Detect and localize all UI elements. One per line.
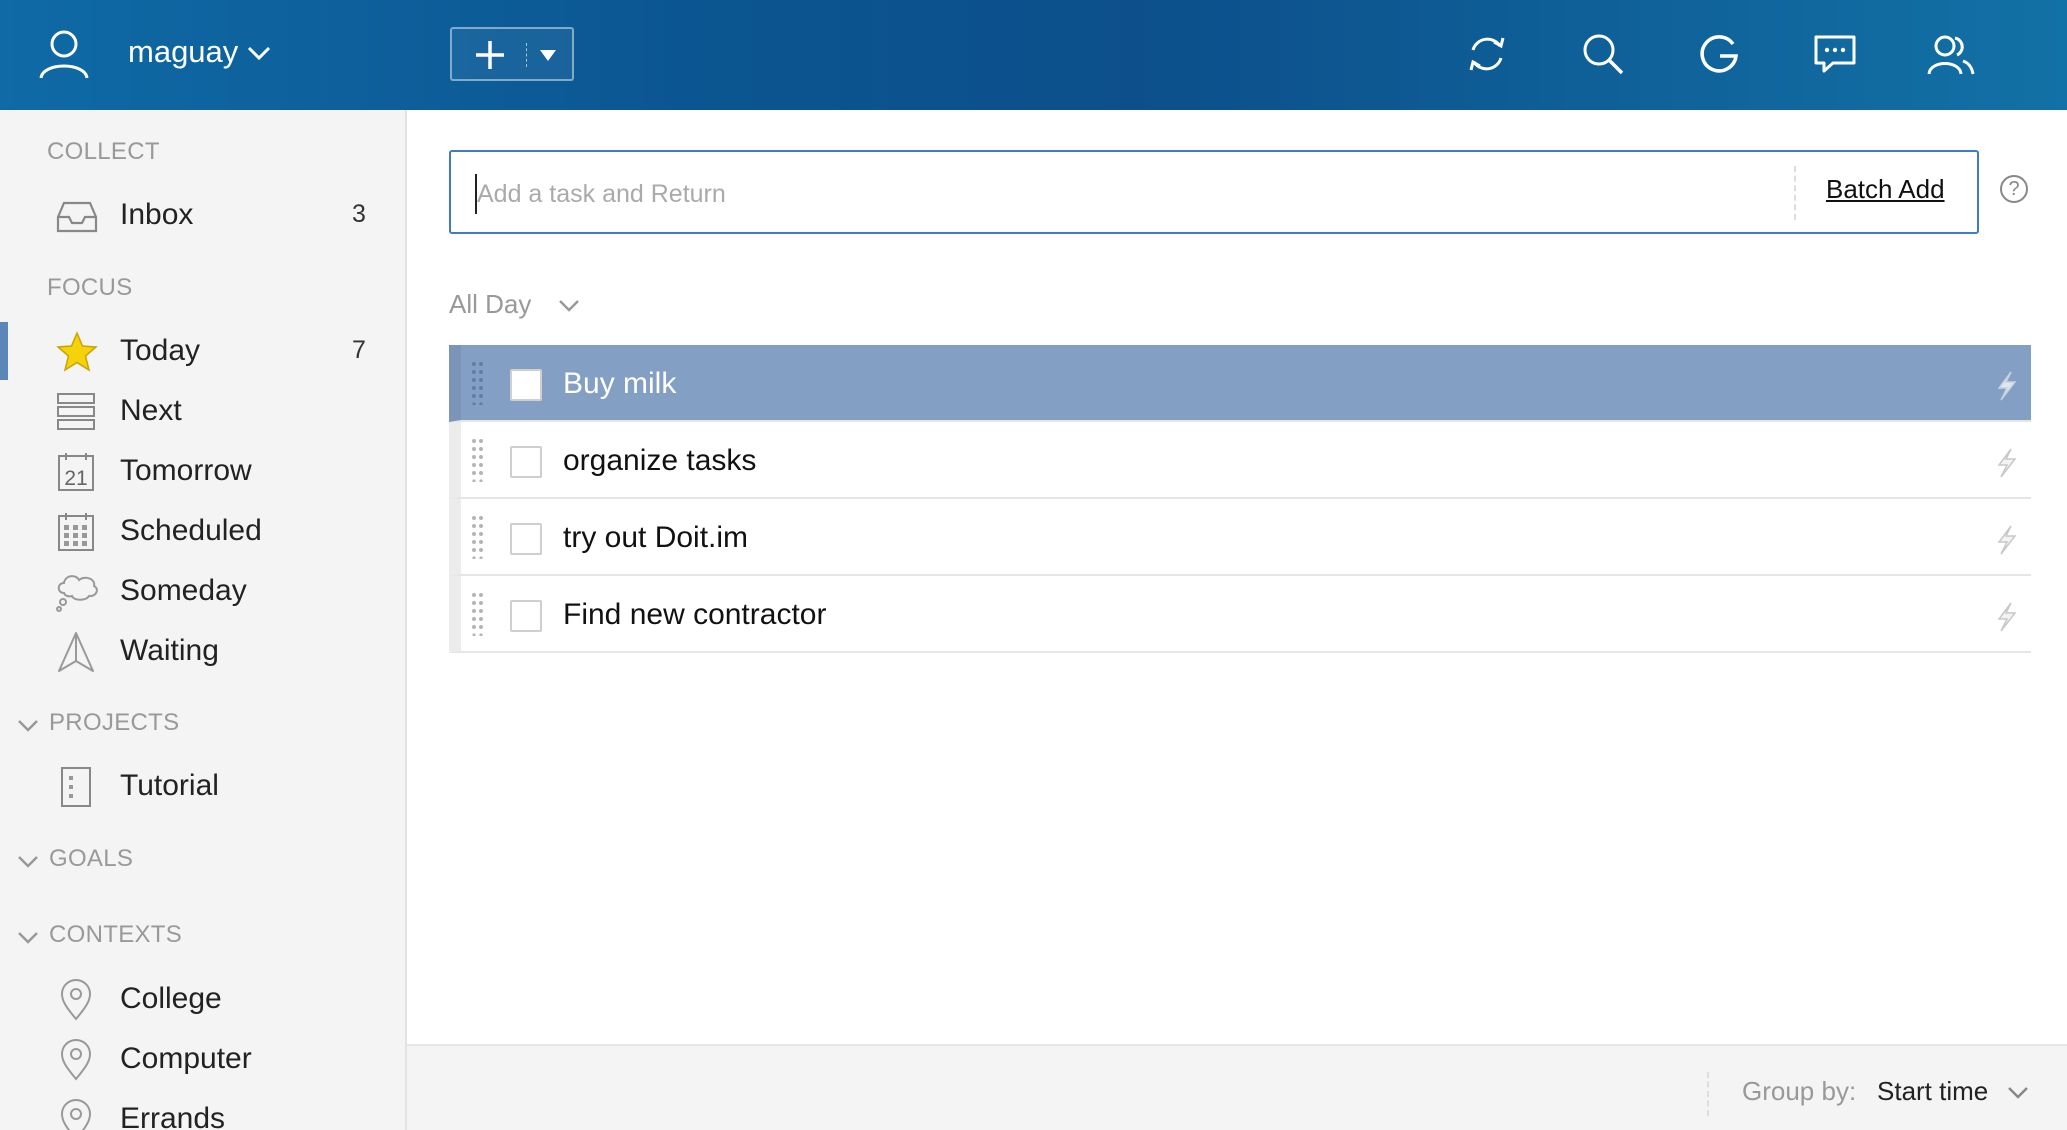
plus-icon	[476, 41, 504, 69]
input-divider	[1794, 166, 1796, 220]
task-title[interactable]: Buy milk	[563, 367, 676, 401]
sidebar-item-label: Computer	[120, 1042, 252, 1075]
caret-down-icon[interactable]	[540, 50, 556, 62]
drag-handle-icon[interactable]	[471, 592, 485, 636]
task-title[interactable]: try out Doit.im	[563, 521, 748, 555]
sidebar-item-tomorrow[interactable]: 21 Tomorrow	[0, 443, 405, 499]
lightning-icon[interactable]	[1991, 446, 2021, 480]
messages-icon[interactable]	[1811, 30, 1859, 78]
search-icon[interactable]	[1579, 30, 1627, 78]
task-checkbox[interactable]	[510, 523, 542, 555]
chevron-down-icon[interactable]	[558, 298, 580, 314]
chevron-down-icon[interactable]	[246, 42, 272, 64]
section-focus: FOCUS	[47, 274, 133, 301]
sidebar-item-next[interactable]: Next	[0, 383, 405, 439]
group-by-label: Group by:	[1742, 1076, 1857, 1106]
location-pin-icon	[60, 979, 92, 1021]
help-icon[interactable]: ?	[2000, 175, 2028, 203]
drag-handle-icon[interactable]	[471, 438, 485, 482]
sidebar-item-label: Next	[120, 394, 182, 427]
section-goals[interactable]: GOALS	[49, 845, 133, 873]
sidebar-item-label: Tomorrow	[120, 454, 252, 487]
user-icon[interactable]	[36, 26, 92, 82]
today-count: 7	[352, 336, 366, 364]
collapse-projects-icon[interactable]	[17, 718, 39, 734]
section-projects[interactable]: PROJECTS	[49, 709, 179, 737]
sidebar-item-today[interactable]: Today 7	[0, 323, 405, 379]
lightning-icon[interactable]	[1991, 523, 2021, 557]
sidebar-item-scheduled[interactable]: Scheduled	[0, 503, 405, 559]
thought-cloud-icon	[56, 575, 98, 612]
paper-plane-icon	[58, 632, 94, 672]
sidebar-item-label: Today	[120, 334, 201, 367]
section-collect: COLLECT	[47, 138, 160, 165]
task-checkbox[interactable]	[510, 600, 542, 632]
sidebar-item-label: Errands	[120, 1102, 226, 1130]
task-checkbox[interactable]	[510, 369, 542, 401]
sidebar-item-computer[interactable]: Computer	[0, 1031, 405, 1087]
sidebar-item-college[interactable]: College	[0, 971, 405, 1027]
task-input[interactable]	[475, 172, 1809, 216]
task-list: Buy milk organize tasks try out Doit.im …	[449, 345, 2031, 653]
sidebar-item-label: Someday	[120, 574, 247, 607]
sync-icon[interactable]	[1463, 30, 1511, 78]
google-icon[interactable]	[1695, 30, 1743, 78]
task-checkbox[interactable]	[510, 446, 542, 478]
sidebar-item-someday[interactable]: Someday	[0, 563, 405, 619]
sidebar-item-label: College	[120, 982, 222, 1015]
inbox-icon	[56, 201, 98, 233]
sidebar-item-label: Inbox	[120, 198, 194, 231]
location-pin-icon	[60, 1099, 92, 1130]
collapse-goals-icon[interactable]	[17, 854, 39, 870]
calendar-day-number: 21	[64, 467, 87, 490]
project-icon	[61, 767, 91, 807]
batch-add-link[interactable]: Batch Add	[1826, 174, 1945, 205]
sidebar-item-label: Scheduled	[120, 514, 262, 547]
chevron-down-icon[interactable]	[2007, 1086, 2029, 1100]
task-title[interactable]: Find new contractor	[563, 598, 826, 632]
collapse-contexts-icon[interactable]	[17, 930, 39, 946]
sidebar-item-label: Tutorial	[120, 769, 219, 802]
task-row[interactable]: try out Doit.im	[449, 499, 2031, 576]
group-by-select[interactable]: Start time	[1877, 1076, 1988, 1107]
next-icon	[57, 393, 95, 430]
text-cursor	[475, 174, 477, 214]
group-header-all-day[interactable]: All Day	[449, 289, 531, 320]
drag-handle-icon[interactable]	[471, 361, 485, 405]
task-title[interactable]: organize tasks	[563, 444, 756, 478]
lightning-icon[interactable]	[1991, 369, 2021, 403]
sidebar-item-errands[interactable]: Errands	[0, 1091, 405, 1130]
footer-bar: Group by: Start time	[407, 1044, 2067, 1130]
lightning-icon[interactable]	[1991, 600, 2021, 634]
star-icon	[56, 331, 98, 372]
calendar-grid-icon	[58, 513, 94, 551]
sidebar-item-label: Waiting	[120, 634, 219, 667]
sidebar-item-waiting[interactable]: Waiting	[0, 623, 405, 679]
button-divider	[526, 43, 527, 67]
location-pin-icon	[60, 1039, 92, 1081]
sidebar: COLLECT Inbox 3 FOCUS Today 7 Next 21 To…	[0, 110, 407, 1130]
calendar-day-icon: 21	[58, 453, 94, 491]
top-bar: maguay	[0, 0, 2067, 110]
section-contexts[interactable]: CONTEXTS	[49, 921, 182, 949]
task-input-box: Batch Add	[449, 150, 1979, 234]
drag-handle-icon[interactable]	[471, 515, 485, 559]
sidebar-item-tutorial[interactable]: Tutorial	[0, 758, 405, 814]
task-row[interactable]: organize tasks	[449, 422, 2031, 499]
inbox-count: 3	[352, 200, 366, 228]
add-task-button[interactable]	[450, 27, 574, 81]
sidebar-item-inbox[interactable]: Inbox 3	[0, 187, 405, 243]
footer-divider	[1707, 1072, 1709, 1116]
task-row[interactable]: Find new contractor	[449, 576, 2031, 653]
task-row[interactable]: Buy milk	[449, 345, 2031, 422]
contacts-icon[interactable]	[1927, 30, 1975, 78]
username[interactable]: maguay	[128, 34, 238, 70]
